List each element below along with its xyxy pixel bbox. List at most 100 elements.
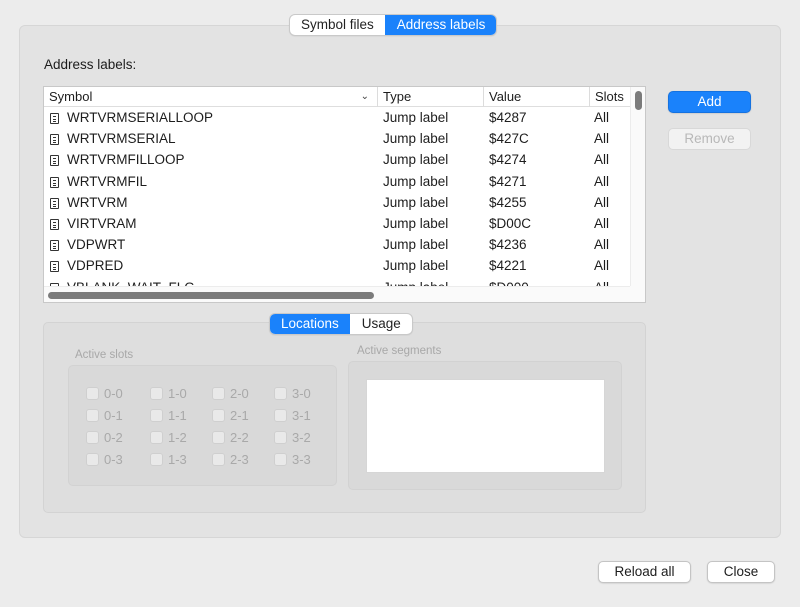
cell-symbol: WRTVRMFILLOOP xyxy=(67,152,185,168)
cell-type: Jump label xyxy=(383,237,449,253)
checkbox-box[interactable] xyxy=(274,431,287,444)
cell-value: $427C xyxy=(489,131,529,147)
tab-usage[interactable]: Usage xyxy=(350,314,412,334)
details-tab-bar: Locations Usage xyxy=(269,313,413,335)
horizontal-scroll-thumb[interactable] xyxy=(48,292,374,299)
checkbox-box[interactable] xyxy=(274,453,287,466)
tab-symbol-files[interactable]: Symbol files xyxy=(290,15,385,35)
active-segments-label: Active segments xyxy=(357,345,442,357)
add-button[interactable]: Add xyxy=(668,91,751,113)
checkbox-box[interactable] xyxy=(86,387,99,400)
checkbox-box[interactable] xyxy=(86,453,99,466)
cell-value: $4236 xyxy=(489,237,527,253)
column-header-value[interactable]: Value xyxy=(483,87,589,107)
remove-button[interactable]: Remove xyxy=(668,128,751,150)
checkbox-box[interactable] xyxy=(212,409,225,422)
label-icon xyxy=(50,213,62,234)
table-row[interactable]: WRTVRMFILLOOP Jump label $4274 All xyxy=(44,149,632,170)
slot-checkbox-label: 0-1 xyxy=(104,408,123,423)
cell-symbol: WRTVRM xyxy=(67,194,128,210)
address-labels-heading: Address labels: xyxy=(44,57,137,72)
table-row[interactable]: WRTVRMSERIAL Jump label $427C All xyxy=(44,128,632,149)
table-row[interactable]: WRTVRMSERIALLOOP Jump label $4287 All xyxy=(44,107,632,128)
slot-checkbox-label: 1-0 xyxy=(168,386,187,401)
checkbox-box[interactable] xyxy=(274,387,287,400)
slot-checkbox-label: 3-1 xyxy=(292,408,311,423)
slot-checkbox-label: 1-3 xyxy=(168,452,187,467)
horizontal-scrollbar[interactable] xyxy=(44,286,632,302)
cell-slots: All xyxy=(594,173,610,189)
table-row[interactable]: VIRTVRAM Jump label $D00C All xyxy=(44,213,632,234)
address-labels-table[interactable]: Symbol ⌄ Type Value Slots WRTVRMSERIALLO… xyxy=(43,86,646,303)
slot-checkbox-1-0[interactable]: 1-0 xyxy=(150,386,187,402)
chevron-down-icon[interactable]: ⌄ xyxy=(361,87,369,107)
cell-value: $D00C xyxy=(489,215,532,231)
slot-checkbox-3-0[interactable]: 3-0 xyxy=(274,386,311,402)
column-header-symbol[interactable]: Symbol ⌄ xyxy=(44,87,377,107)
checkbox-box[interactable] xyxy=(274,409,287,422)
cell-symbol: WRTVRMSERIALLOOP xyxy=(67,110,214,125)
slot-checkbox-1-3[interactable]: 1-3 xyxy=(150,452,187,468)
cell-symbol: WRTVRMFIL xyxy=(67,173,147,189)
slot-checkbox-1-2[interactable]: 1-2 xyxy=(150,430,187,446)
checkbox-box[interactable] xyxy=(150,409,163,422)
cell-type: Jump label xyxy=(383,173,449,189)
cell-type: Jump label xyxy=(383,152,449,168)
checkbox-box[interactable] xyxy=(86,431,99,444)
reload-all-button[interactable]: Reload all xyxy=(598,561,691,583)
slot-checkbox-2-3[interactable]: 2-3 xyxy=(212,452,249,468)
checkbox-box[interactable] xyxy=(212,387,225,400)
column-header-type[interactable]: Type xyxy=(377,87,483,107)
slot-checkbox-label: 3-0 xyxy=(292,386,311,401)
slot-checkbox-0-2[interactable]: 0-2 xyxy=(86,430,123,446)
close-button[interactable]: Close xyxy=(707,561,775,583)
vertical-scrollbar[interactable] xyxy=(630,87,645,287)
slot-checkbox-2-2[interactable]: 2-2 xyxy=(212,430,249,446)
slot-checkbox-label: 3-2 xyxy=(292,430,311,445)
cell-slots: All xyxy=(594,194,610,210)
table-row[interactable]: WRTVRMFIL Jump label $4271 All xyxy=(44,171,632,192)
cell-symbol: WRTVRMSERIAL xyxy=(67,131,176,147)
slot-checkbox-3-2[interactable]: 3-2 xyxy=(274,430,311,446)
tab-locations[interactable]: Locations xyxy=(270,314,350,334)
column-header-slots[interactable]: Slots xyxy=(589,87,629,107)
slot-checkbox-3-1[interactable]: 3-1 xyxy=(274,408,311,424)
label-icon xyxy=(50,149,62,170)
active-segments-list[interactable] xyxy=(366,379,605,473)
table-header: Symbol ⌄ Type Value Slots xyxy=(44,87,645,107)
cell-symbol: VDPWRT xyxy=(67,237,126,253)
table-row[interactable]: WRTVRM Jump label $4255 All xyxy=(44,192,632,213)
label-icon xyxy=(50,107,62,128)
slot-checkbox-0-1[interactable]: 0-1 xyxy=(86,408,123,424)
cell-slots: All xyxy=(594,258,610,274)
checkbox-box[interactable] xyxy=(150,453,163,466)
slot-checkbox-label: 1-2 xyxy=(168,430,187,445)
slot-checkbox-label: 1-1 xyxy=(168,408,187,423)
cell-value: $4287 xyxy=(489,110,527,125)
cell-type: Jump label xyxy=(383,131,449,147)
label-icon xyxy=(50,234,62,255)
checkbox-box[interactable] xyxy=(212,453,225,466)
slot-checkbox-3-3[interactable]: 3-3 xyxy=(274,452,311,468)
cell-slots: All xyxy=(594,152,610,168)
slot-checkbox-0-0[interactable]: 0-0 xyxy=(86,386,123,402)
slot-checkbox-2-1[interactable]: 2-1 xyxy=(212,408,249,424)
slot-checkbox-label: 2-1 xyxy=(230,408,249,423)
cell-symbol: VIRTVRAM xyxy=(67,215,137,231)
slot-checkbox-0-3[interactable]: 0-3 xyxy=(86,452,123,468)
slot-checkbox-1-1[interactable]: 1-1 xyxy=(150,408,187,424)
table-row[interactable]: VDPRED Jump label $4221 All xyxy=(44,255,632,276)
tab-address-labels[interactable]: Address labels xyxy=(384,15,497,35)
table-row[interactable]: VDPWRT Jump label $4236 All xyxy=(44,234,632,255)
slot-checkbox-2-0[interactable]: 2-0 xyxy=(212,386,249,402)
cell-value: $4221 xyxy=(489,258,527,274)
label-icon xyxy=(50,128,62,149)
cell-value: $4271 xyxy=(489,173,527,189)
vertical-scroll-thumb[interactable] xyxy=(635,91,642,110)
checkbox-box[interactable] xyxy=(150,431,163,444)
scroll-corner xyxy=(630,286,645,302)
checkbox-box[interactable] xyxy=(212,431,225,444)
checkbox-box[interactable] xyxy=(150,387,163,400)
checkbox-box[interactable] xyxy=(86,409,99,422)
label-icon xyxy=(50,192,62,213)
